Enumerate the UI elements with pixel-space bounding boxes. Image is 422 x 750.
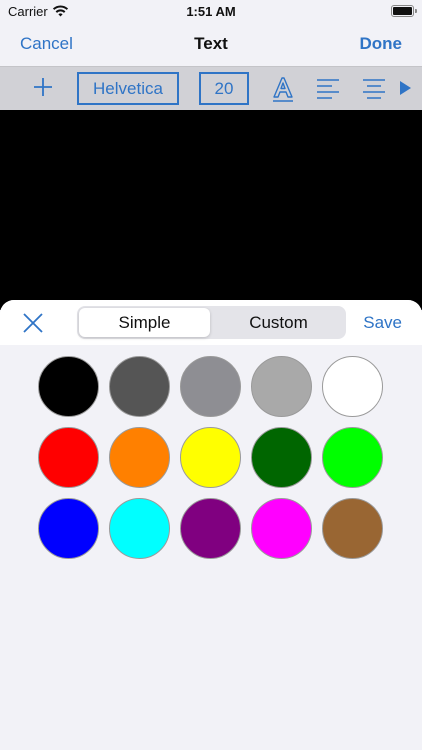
- color-mode-segmented-control: Simple Custom: [77, 306, 346, 339]
- battery-icon: [391, 5, 417, 17]
- text-toolbar: Helvetica 20: [0, 66, 422, 110]
- color-swatch[interactable]: [109, 498, 170, 559]
- more-arrow-icon[interactable]: [400, 81, 411, 95]
- color-swatch[interactable]: [322, 498, 383, 559]
- color-swatch[interactable]: [38, 427, 99, 488]
- color-swatch[interactable]: [251, 498, 312, 559]
- status-time: 1:51 AM: [186, 4, 236, 19]
- tab-simple[interactable]: Simple: [79, 308, 210, 337]
- save-button[interactable]: Save: [363, 313, 402, 333]
- color-swatch[interactable]: [322, 427, 383, 488]
- color-swatch[interactable]: [251, 356, 312, 417]
- align-left-icon[interactable]: [316, 78, 340, 105]
- color-swatch[interactable]: [180, 427, 241, 488]
- color-swatch[interactable]: [251, 427, 312, 488]
- text-outline-icon[interactable]: [271, 75, 295, 108]
- color-swatch[interactable]: [38, 356, 99, 417]
- color-swatch[interactable]: [322, 356, 383, 417]
- align-center-icon[interactable]: [362, 78, 386, 105]
- close-icon[interactable]: [22, 312, 44, 334]
- status-bar: Carrier 1:51 AM: [0, 0, 422, 24]
- navigation-bar: Cancel Text Done: [0, 24, 422, 66]
- color-swatch[interactable]: [109, 427, 170, 488]
- plus-icon[interactable]: [32, 76, 54, 100]
- color-swatch[interactable]: [180, 356, 241, 417]
- text-canvas[interactable]: [0, 110, 422, 310]
- color-swatch[interactable]: [109, 356, 170, 417]
- font-size-button[interactable]: 20: [199, 72, 249, 105]
- color-swatch[interactable]: [180, 498, 241, 559]
- done-button[interactable]: Done: [360, 34, 403, 54]
- color-swatch[interactable]: [38, 498, 99, 559]
- color-picker-header: Simple Custom Save: [0, 300, 422, 345]
- tab-custom[interactable]: Custom: [213, 308, 344, 337]
- font-name-button[interactable]: Helvetica: [77, 72, 179, 105]
